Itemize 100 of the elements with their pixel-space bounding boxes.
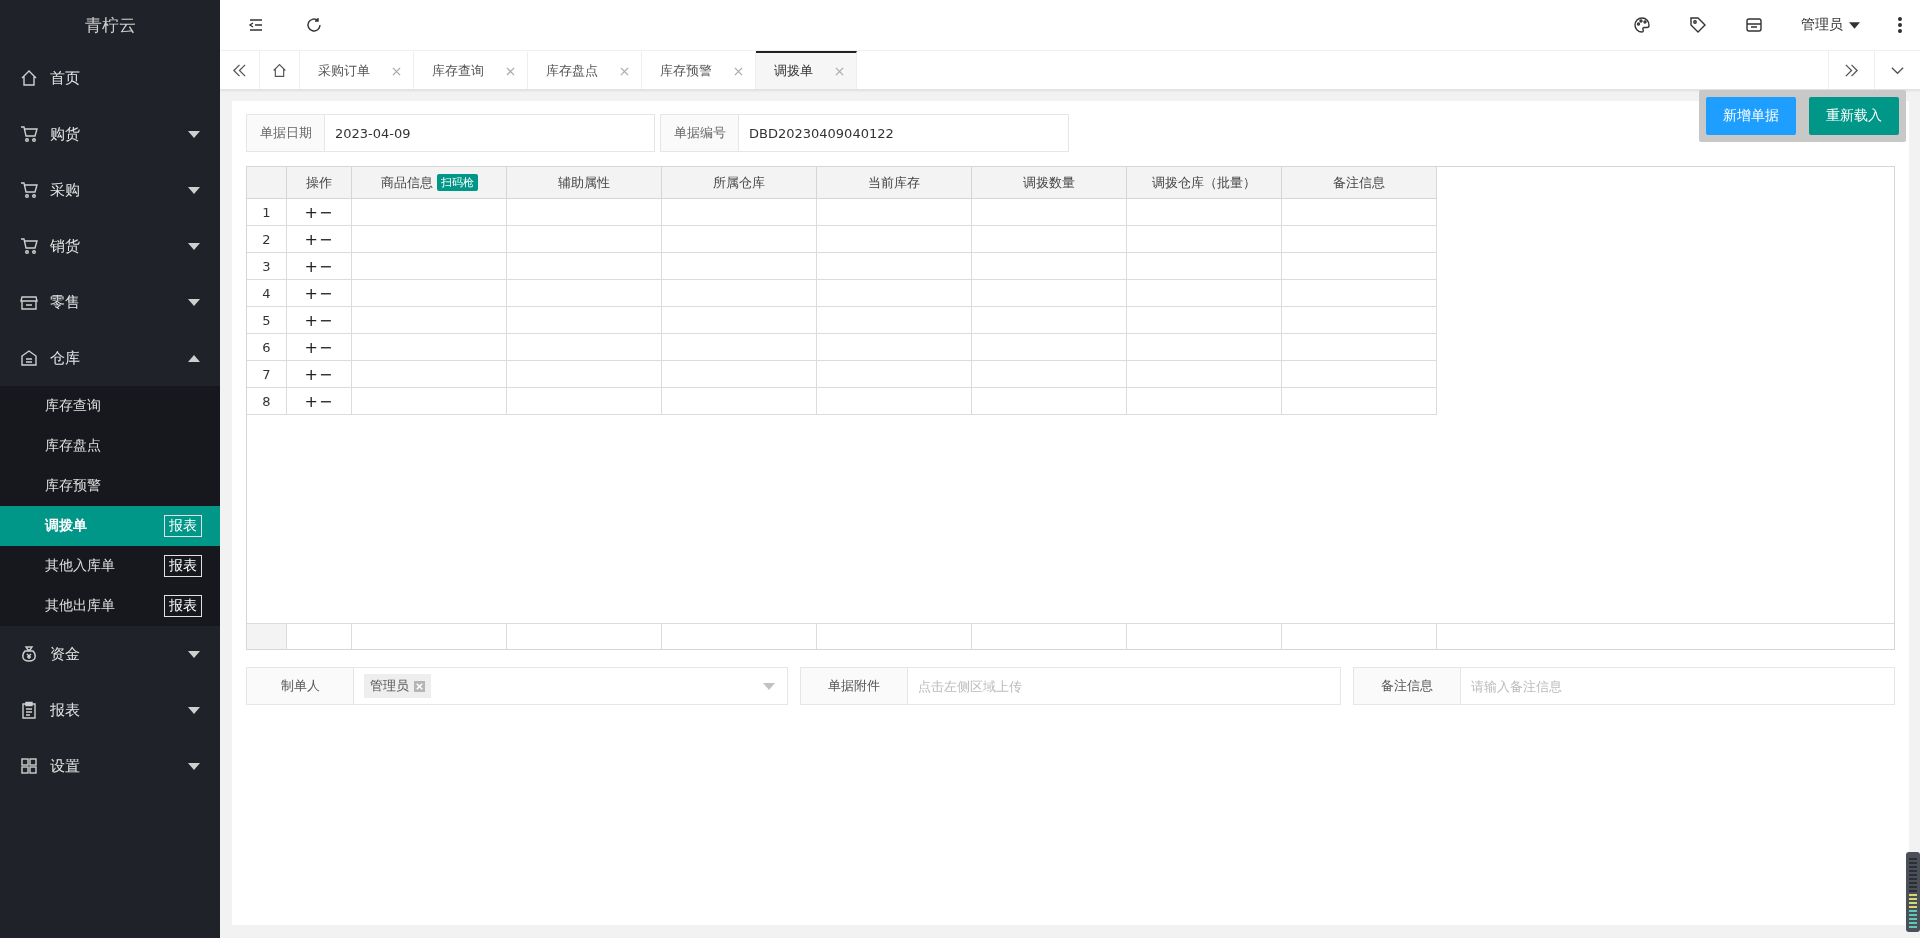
- close-icon[interactable]: [620, 66, 629, 76]
- table-cell[interactable]: [662, 307, 817, 334]
- input-field[interactable]: DBD20230409040122: [739, 114, 1069, 152]
- table-cell[interactable]: [972, 253, 1127, 280]
- close-icon[interactable]: [506, 66, 515, 76]
- table-cell[interactable]: [507, 199, 662, 226]
- table-cell[interactable]: [1127, 388, 1282, 415]
- scanner-badge[interactable]: 扫码枪: [436, 174, 478, 191]
- table-cell[interactable]: [662, 199, 817, 226]
- table-cell[interactable]: [1282, 199, 1437, 226]
- table-cell[interactable]: [352, 253, 507, 280]
- input-field[interactable]: 点击左侧区域上传: [907, 667, 1342, 705]
- close-icon[interactable]: [392, 66, 401, 76]
- submenu-item[interactable]: 库存预警: [0, 466, 220, 506]
- table-cell[interactable]: [1282, 361, 1437, 388]
- table-cell[interactable]: [352, 199, 507, 226]
- sidebar-item[interactable]: 零售: [0, 274, 220, 330]
- table-cell[interactable]: [1127, 307, 1282, 334]
- tab[interactable]: 调拨单: [756, 51, 857, 89]
- table-cell[interactable]: [352, 334, 507, 361]
- table-cell[interactable]: [662, 253, 817, 280]
- palette-icon[interactable]: [1633, 16, 1651, 34]
- close-icon[interactable]: [835, 66, 844, 76]
- table-cell[interactable]: [972, 388, 1127, 415]
- table-cell[interactable]: [507, 388, 662, 415]
- table-cell[interactable]: [1282, 253, 1437, 280]
- user-menu[interactable]: 管理员: [1801, 16, 1860, 34]
- report-link[interactable]: 报表: [164, 515, 202, 537]
- table-cell[interactable]: [817, 334, 972, 361]
- sidebar-item[interactable]: 采购: [0, 162, 220, 218]
- table-cell[interactable]: [1127, 253, 1282, 280]
- submenu-item[interactable]: 其他出库单 报表: [0, 586, 220, 626]
- table-cell[interactable]: [1282, 226, 1437, 253]
- table-cell[interactable]: [1282, 334, 1437, 361]
- sidebar-item[interactable]: 设置: [0, 738, 220, 794]
- select-field[interactable]: 管理员: [354, 667, 788, 705]
- table-cell[interactable]: [352, 388, 507, 415]
- tab[interactable]: 库存查询: [414, 51, 528, 89]
- table-cell[interactable]: [972, 226, 1127, 253]
- table-cell[interactable]: [507, 361, 662, 388]
- table-cell[interactable]: [352, 226, 507, 253]
- table-cell[interactable]: [1127, 361, 1282, 388]
- sidebar-item[interactable]: 销货: [0, 218, 220, 274]
- more-icon[interactable]: [1898, 17, 1902, 33]
- table-cell[interactable]: [662, 388, 817, 415]
- table-cell[interactable]: [972, 334, 1127, 361]
- action-button[interactable]: 重新载入: [1809, 97, 1899, 135]
- submenu-item[interactable]: 库存盘点: [0, 426, 220, 466]
- sidebar-item[interactable]: 购货: [0, 106, 220, 162]
- table-cell[interactable]: [972, 199, 1127, 226]
- table-cell[interactable]: [972, 307, 1127, 334]
- inbox-icon[interactable]: [1745, 16, 1763, 34]
- tag-icon[interactable]: [1689, 16, 1707, 34]
- table-cell[interactable]: [1282, 307, 1437, 334]
- table-cell[interactable]: [1127, 199, 1282, 226]
- menu-indent-icon[interactable]: [247, 16, 265, 34]
- table-cell[interactable]: [1127, 226, 1282, 253]
- close-icon[interactable]: [734, 66, 743, 76]
- submenu-item[interactable]: 调拨单 报表: [0, 506, 220, 546]
- sidebar-item[interactable]: 资金: [0, 626, 220, 682]
- table-cell[interactable]: [972, 361, 1127, 388]
- submenu-item[interactable]: 库存查询: [0, 386, 220, 426]
- table-cell[interactable]: [1282, 388, 1437, 415]
- table-cell[interactable]: [817, 388, 972, 415]
- row-actions[interactable]: +−: [287, 307, 352, 334]
- table-cell[interactable]: [662, 226, 817, 253]
- table-cell[interactable]: [352, 280, 507, 307]
- row-actions[interactable]: +−: [287, 361, 352, 388]
- input-field[interactable]: 请输入备注信息: [1461, 667, 1895, 705]
- sidebar-item[interactable]: 仓库: [0, 330, 220, 386]
- table-cell[interactable]: [817, 199, 972, 226]
- table-cell[interactable]: [507, 253, 662, 280]
- table-cell[interactable]: [817, 226, 972, 253]
- input-field[interactable]: 2023-04-09: [325, 114, 655, 152]
- table-cell[interactable]: [1127, 334, 1282, 361]
- row-actions[interactable]: +−: [287, 199, 352, 226]
- remove-icon[interactable]: [414, 680, 425, 692]
- table-cell[interactable]: [507, 226, 662, 253]
- sidebar-item[interactable]: 首页: [0, 50, 220, 106]
- row-actions[interactable]: +−: [287, 280, 352, 307]
- report-link[interactable]: 报表: [164, 555, 202, 577]
- table-cell[interactable]: [817, 280, 972, 307]
- tab[interactable]: 库存盘点: [528, 51, 642, 89]
- table-cell[interactable]: [662, 280, 817, 307]
- table-cell[interactable]: [817, 307, 972, 334]
- row-actions[interactable]: +−: [287, 226, 352, 253]
- table-cell[interactable]: [507, 307, 662, 334]
- report-link[interactable]: 报表: [164, 595, 202, 617]
- table-cell[interactable]: [1282, 280, 1437, 307]
- submenu-item[interactable]: 其他入库单 报表: [0, 546, 220, 586]
- sidebar-item[interactable]: 报表: [0, 682, 220, 738]
- table-cell[interactable]: [507, 280, 662, 307]
- refresh-icon[interactable]: [305, 16, 323, 34]
- table-cell[interactable]: [662, 361, 817, 388]
- table-cell[interactable]: [1127, 280, 1282, 307]
- table-cell[interactable]: [507, 334, 662, 361]
- table-cell[interactable]: [817, 253, 972, 280]
- table-cell[interactable]: [817, 361, 972, 388]
- row-actions[interactable]: +−: [287, 388, 352, 415]
- row-actions[interactable]: +−: [287, 334, 352, 361]
